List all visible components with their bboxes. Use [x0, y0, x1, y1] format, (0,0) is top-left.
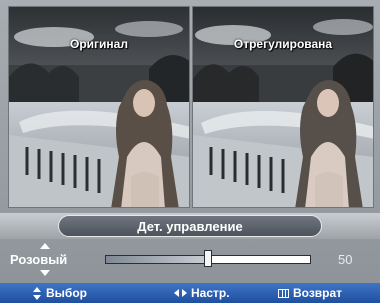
slider-rest [208, 256, 310, 263]
adjusted-preview: Отрегулирована [192, 6, 374, 208]
footer-bar: Выбор Настр. Возврат [0, 283, 380, 303]
triangle-down-icon[interactable] [40, 270, 50, 276]
footer-back-hint[interactable]: Возврат [278, 286, 342, 300]
adjusted-label: Отрегулирована [233, 37, 333, 51]
adjustment-row[interactable]: Розовый 50 [0, 239, 380, 283]
adjustment-label: Розовый [10, 252, 68, 267]
slider-thumb[interactable] [204, 250, 212, 267]
original-preview: Оригинал [8, 6, 190, 208]
mode-bar: Дет. управление [0, 213, 380, 239]
footer-adjust-label: Настр. [191, 286, 230, 300]
slider-fill [106, 256, 208, 263]
footer-select-label: Выбор [46, 286, 87, 300]
picture-adjustment-osd: Оригинал Отрегулирована Дет. управление … [0, 0, 380, 303]
up-down-arrows-icon [32, 286, 42, 300]
footer-select-hint[interactable]: Выбор [32, 286, 87, 300]
adjustment-value: 50 [338, 252, 353, 267]
menu-icon [278, 288, 289, 298]
left-right-arrows-icon [174, 288, 187, 298]
footer-adjust-hint[interactable]: Настр. [174, 286, 230, 300]
triangle-up-icon[interactable] [40, 243, 50, 249]
adjustment-slider[interactable] [105, 250, 311, 267]
footer-back-label: Возврат [293, 286, 343, 300]
mode-title: Дет. управление [58, 215, 322, 237]
original-label: Оригинал [70, 37, 128, 51]
